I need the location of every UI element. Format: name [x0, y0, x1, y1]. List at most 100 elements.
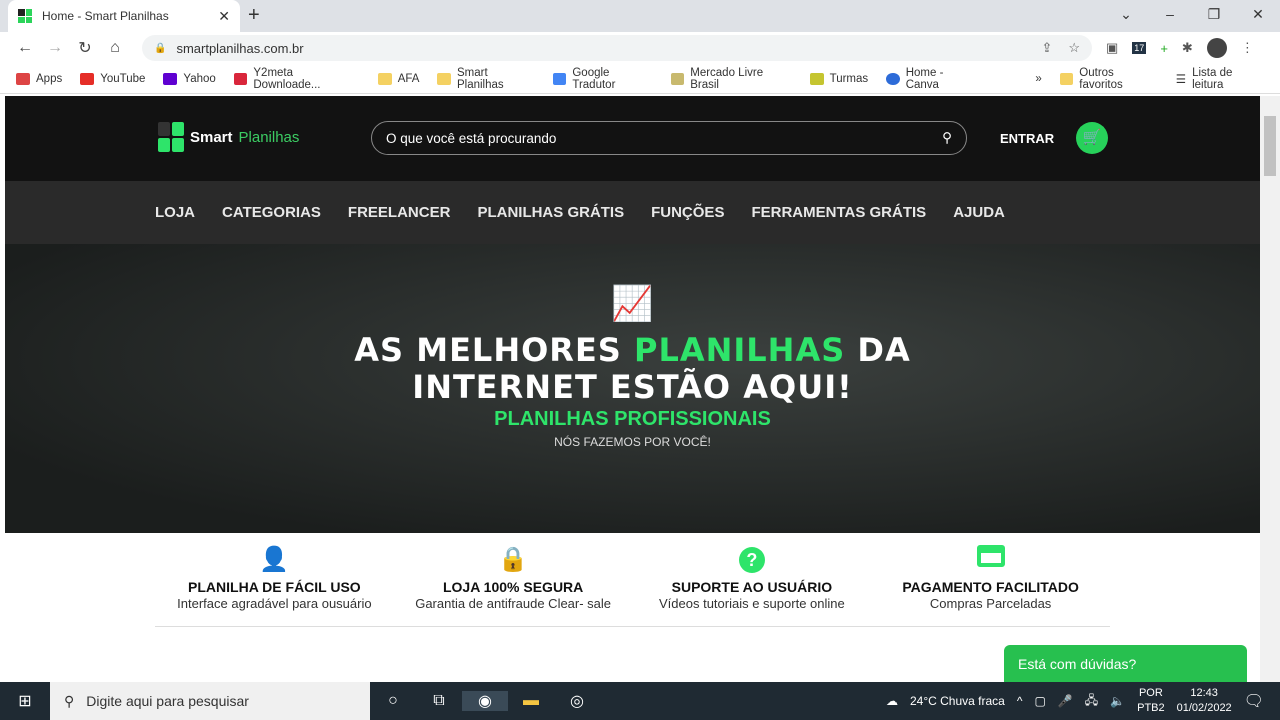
- restore-button[interactable]: ❐: [1192, 0, 1236, 28]
- site-favicon-icon: [18, 9, 32, 23]
- weather-text[interactable]: 24°C Chuva fraca: [910, 694, 1005, 708]
- cortana-icon[interactable]: ○: [370, 692, 416, 710]
- logo-icon: [158, 122, 184, 152]
- feature-item: 🔒 LOJA 100% SEGURA Garantia de antifraude …: [394, 545, 633, 626]
- bookmark-apps[interactable]: Apps: [16, 72, 63, 85]
- search-placeholder: O que você está procurando: [386, 130, 557, 146]
- search-icon[interactable]: ⚲: [942, 130, 952, 146]
- windows-taskbar: ⊞ ⚲ Digite aqui para pesquisar ○ ⧉ ◉ ▬ ◎ …: [0, 682, 1280, 720]
- bookmark-label: Home - Canva: [905, 66, 944, 91]
- language-indicator[interactable]: POR PTB2: [1137, 686, 1165, 716]
- cart-button[interactable]: 🛒: [1076, 122, 1108, 154]
- notifications-icon[interactable]: 🗨: [1244, 691, 1264, 711]
- lock-icon: 🔒: [154, 42, 167, 54]
- bookmark-label: Smart Planilhas: [456, 66, 504, 91]
- feature-item: 👤 PLANILHA DE FÁCIL USO Interface agradáve…: [155, 545, 394, 626]
- search-icon: ⚲: [64, 692, 75, 709]
- site-header: Smart Planilhas O que você está procurand…: [5, 96, 1260, 181]
- chrome-icon[interactable]: ◉: [462, 691, 508, 711]
- menu-ajuda[interactable]: AJUDA: [953, 204, 1005, 221]
- reading-list[interactable]: ☰ Lista de leitura: [1176, 67, 1264, 91]
- obs-icon[interactable]: ◎: [554, 691, 600, 711]
- hero-banner: 📈 AS MELHORES PLANILHAS DA INTERNET ESTÃO…: [5, 244, 1260, 533]
- features-row: 👤 PLANILHA DE FÁCIL USO Interface agradáve…: [155, 545, 1110, 627]
- logo-text: Smart: [190, 128, 233, 146]
- weather-icon: ☁: [885, 694, 898, 708]
- taskbar-search[interactable]: ⚲ Digite aqui para pesquisar: [50, 682, 370, 720]
- profile-avatar[interactable]: [1206, 38, 1227, 58]
- site-search-input[interactable]: O que você está procurando ⚲: [371, 121, 967, 155]
- meet-icon[interactable]: ▢: [1034, 694, 1045, 708]
- tray-chevron-icon[interactable]: ^: [1017, 694, 1023, 708]
- logo-text-accent: Planilhas: [238, 128, 300, 146]
- bookmark-other[interactable]: Outros favoritos: [1059, 67, 1158, 91]
- plus-extension-icon[interactable]: +: [1160, 41, 1168, 56]
- bookmark-label: Mercado Livre Brasil: [690, 66, 764, 91]
- translate-icon: [552, 72, 567, 85]
- menu-freelancer[interactable]: FREELANCER: [348, 204, 451, 221]
- feature-desc: Compras Parceladas: [929, 596, 1052, 611]
- folder-icon: [377, 72, 392, 85]
- bookmark-label: Apps: [36, 72, 63, 85]
- menu-planilhas-gratis[interactable]: PLANILHAS GRÁTIS: [477, 204, 624, 221]
- menu-dots-icon[interactable]: ⋮: [1241, 40, 1254, 56]
- bookmark-turmas[interactable]: Turmas: [809, 72, 868, 85]
- hero-tagline: NÓS FAZEMOS POR VOCÊ!: [554, 435, 711, 449]
- menu-funcoes[interactable]: FUNÇÕES: [651, 204, 724, 221]
- address-bar[interactable]: 🔒 smartplanilhas.com.br ⇪ ☆: [142, 35, 1092, 61]
- volume-icon[interactable]: 🔈: [1110, 694, 1125, 708]
- share-icon[interactable]: ⇪: [1041, 40, 1052, 56]
- bookmark-youtube[interactable]: YouTube: [80, 72, 145, 85]
- feature-desc: Vídeos tutoriais e suporte online: [659, 596, 845, 611]
- browser-tab[interactable]: Home - Smart Planilhas ✕: [8, 0, 240, 32]
- bookmark-yahoo[interactable]: Yahoo: [163, 72, 216, 85]
- microphone-icon[interactable]: 🎤: [1058, 694, 1073, 708]
- reading-list-icon: ☰: [1175, 73, 1187, 86]
- puzzle-icon[interactable]: ✱: [1182, 40, 1193, 56]
- new-tab-button[interactable]: +: [248, 4, 260, 27]
- bookmark-google-tradutor[interactable]: Google Tradutor: [552, 67, 653, 91]
- page-scrollbar[interactable]: [1260, 96, 1280, 682]
- minimize-button[interactable]: –: [1148, 0, 1192, 28]
- url-text: smartplanilhas.com.br: [176, 40, 304, 56]
- network-icon[interactable]: 🖧: [1085, 691, 1098, 712]
- site-logo[interactable]: Smart Planilhas: [158, 122, 299, 152]
- file-explorer-icon[interactable]: ▬: [508, 692, 554, 710]
- bookmark-afa[interactable]: AFA: [377, 72, 420, 85]
- bookmark-mercado-livre[interactable]: Mercado Livre Brasil: [670, 66, 792, 91]
- rocket-chart-icon: 📈: [611, 285, 654, 323]
- feature-desc: Interface agradável para ousuário: [177, 596, 372, 611]
- task-view-icon[interactable]: ⧉: [416, 692, 462, 710]
- tab-search-icon[interactable]: ⌄: [1104, 0, 1148, 28]
- bookmark-star-icon[interactable]: ☆: [1068, 40, 1080, 56]
- close-window-button[interactable]: ✕: [1236, 0, 1280, 28]
- bookmark-y2meta[interactable]: Y2meta Downloade...: [233, 66, 360, 91]
- mercado-livre-icon: [670, 72, 685, 85]
- chat-widget[interactable]: Está com dúvidas?: [1004, 645, 1247, 683]
- extension-icon[interactable]: ▣: [1106, 40, 1118, 56]
- close-tab-icon[interactable]: ✕: [218, 8, 230, 25]
- bookmark-label: AFA: [397, 72, 420, 85]
- back-icon[interactable]: ←: [10, 39, 40, 57]
- calendar-extension-icon[interactable]: 17: [1132, 42, 1147, 54]
- menu-loja[interactable]: LOJA: [155, 204, 195, 221]
- bookmark-smart-planilhas[interactable]: Smart Planilhas: [437, 67, 534, 91]
- bookmark-label: Y2meta Downloade...: [253, 66, 321, 91]
- feature-title: PLANILHA DE FÁCIL USO: [188, 579, 361, 595]
- menu-categorias[interactable]: CATEGORIAS: [222, 204, 321, 221]
- login-link[interactable]: ENTRAR: [1000, 131, 1054, 146]
- reload-icon[interactable]: ↻: [70, 38, 100, 58]
- home-icon[interactable]: ⌂: [100, 39, 130, 57]
- credit-card-icon: [871, 545, 1110, 575]
- feature-desc: Garantia de antifraude Clear- sale: [415, 596, 612, 611]
- bookmark-canva[interactable]: Home - Canva: [886, 67, 977, 91]
- bookmarks-bar: Apps YouTube Yahoo Y2meta Downloade... A…: [0, 64, 1280, 94]
- download-icon: [233, 72, 248, 85]
- more-bookmarks-icon[interactable]: »: [1035, 73, 1041, 85]
- forward-icon[interactable]: →: [40, 39, 70, 57]
- menu-ferramentas-gratis[interactable]: FERRAMENTAS GRÁTIS: [751, 204, 926, 221]
- clock[interactable]: 12:43 01/02/2022: [1177, 686, 1232, 716]
- windows-start-icon[interactable]: ⊞: [0, 691, 50, 711]
- folder-icon: [1059, 72, 1074, 85]
- feature-title: SUPORTE AO USUÁRIO: [671, 579, 833, 595]
